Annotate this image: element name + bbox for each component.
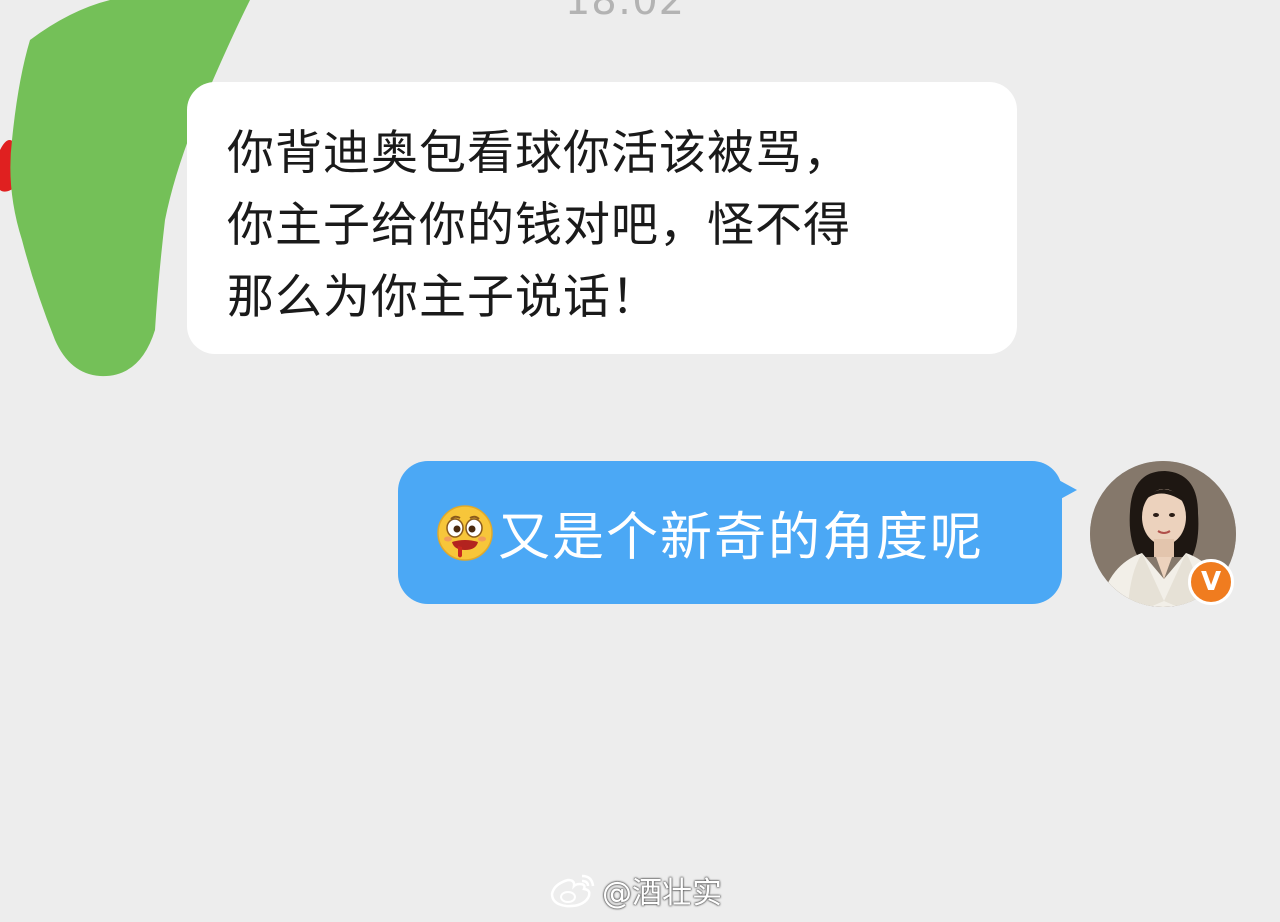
- message-line: 那么为你主子说话！: [227, 270, 659, 325]
- watermark-text: @酒壮实: [602, 876, 722, 911]
- outgoing-message-bubble[interactable]: 又是个新奇的角度呢: [398, 461, 1062, 604]
- message-line: 你主子给你的钱对吧，怪不得: [227, 198, 851, 253]
- user-avatar[interactable]: V: [1090, 461, 1238, 609]
- weibo-logo-icon: [550, 874, 595, 908]
- incoming-message-bubble[interactable]: 你背迪奥包看球你活该被骂， 你主子给你的钱对吧，怪不得 那么为你主子说话！: [187, 82, 1017, 354]
- watermark: @酒壮实: [548, 868, 722, 912]
- verified-badge-icon: V: [1188, 559, 1234, 605]
- message-line: 你背迪奥包看球你活该被骂，: [227, 126, 851, 181]
- drooling-emoji-icon: [437, 504, 493, 561]
- bubble-tail: [1055, 478, 1077, 502]
- message-text: 又是个新奇的角度呢: [498, 508, 985, 568]
